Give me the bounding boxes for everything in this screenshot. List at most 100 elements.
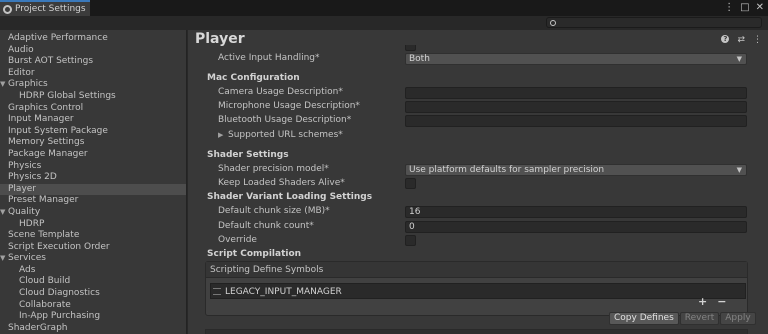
- sidebar-item-preset-manager[interactable]: Preset Manager: [0, 195, 186, 207]
- keep-loaded-checkbox[interactable]: [405, 178, 416, 189]
- microphone-usage-label: Microphone Usage Description*: [218, 101, 360, 111]
- camera-usage-field[interactable]: [405, 87, 747, 99]
- sidebar-item-collaborate[interactable]: Collaborate: [0, 300, 186, 312]
- sidebar-item-memory-settings[interactable]: Memory Settings: [0, 137, 186, 149]
- inspector-panel: Player ? ⇄ ⋮ Active Input Handling* Both…: [188, 30, 768, 334]
- help-icon[interactable]: ?: [721, 35, 730, 43]
- sidebar-item-label: Physics: [8, 160, 42, 171]
- sidebar-item-physics-2d[interactable]: Physics 2D: [0, 172, 186, 184]
- active-input-handling-value: Both: [409, 54, 430, 64]
- sidebar-item-label: Package Manager: [8, 148, 88, 159]
- sidebar-item-hdrp-global-settings[interactable]: HDRP Global Settings: [0, 91, 186, 103]
- sidebar-item-label: Cloud Diagnostics: [19, 288, 100, 299]
- override-checkbox[interactable]: [405, 235, 416, 246]
- expand-arrow-icon[interactable]: ▼: [0, 207, 5, 219]
- sidebar-item-package-manager[interactable]: Package Manager: [0, 149, 186, 161]
- mac-config-heading: Mac Configuration: [207, 73, 300, 83]
- sidebar-item-cloud-build[interactable]: Cloud Build: [0, 276, 186, 288]
- expand-arrow-icon[interactable]: ▼: [0, 253, 5, 265]
- sidebar-item-input-system-package[interactable]: Input System Package: [0, 126, 186, 138]
- sidebar-item-label: Adaptive Performance: [8, 33, 108, 43]
- chunk-size-row: Default chunk size (MB)* 16: [188, 206, 758, 218]
- microphone-usage-row: Microphone Usage Description*: [188, 101, 758, 113]
- sidebar-item-player[interactable]: Player: [0, 183, 186, 196]
- sidebar-item-scene-template[interactable]: Scene Template: [0, 230, 186, 242]
- sidebar-item-label: Graphics: [8, 79, 48, 90]
- sidebar-item-adaptive-performance[interactable]: Adaptive Performance: [0, 33, 186, 45]
- sidebar-item-label: Quality: [8, 206, 41, 217]
- shader-precision-label: Shader precision model*: [218, 164, 329, 174]
- chevron-down-icon: ▼: [736, 55, 742, 63]
- sidebar-item-in-app-purchasing[interactable]: In-App Purchasing: [0, 311, 186, 323]
- more-menu-icon[interactable]: ⋮: [724, 2, 734, 13]
- sidebar-item-services[interactable]: ▼ Services: [0, 253, 186, 265]
- sidebar-item-input-manager[interactable]: Input Manager: [0, 114, 186, 126]
- search-icon: [550, 19, 556, 26]
- sidebar-item-label: Cloud Build: [19, 276, 71, 287]
- sidebar-item-label: Memory Settings: [8, 137, 85, 148]
- sidebar-item-script-execution-order[interactable]: Script Execution Order: [0, 242, 186, 254]
- sidebar-item-shadergraph[interactable]: ShaderGraph: [0, 323, 186, 334]
- apply-button[interactable]: Apply: [720, 312, 756, 325]
- bluetooth-usage-row: Bluetooth Usage Description*: [188, 115, 758, 127]
- url-schemes-row[interactable]: ▶ Supported URL schemes*: [188, 130, 758, 141]
- sidebar-item-label: Physics 2D: [8, 172, 57, 183]
- sidebar-item-cloud-diagnostics[interactable]: Cloud Diagnostics: [0, 288, 186, 300]
- search-row: [0, 16, 768, 30]
- revert-button[interactable]: Revert: [679, 312, 720, 325]
- drag-handle-icon[interactable]: [213, 288, 221, 295]
- hidden-checkbox[interactable]: [405, 45, 416, 51]
- scripting-define-symbols-list: Scripting Define Symbols LEGACY_INPUT_MA…: [205, 261, 748, 316]
- close-icon[interactable]: ✕: [756, 2, 764, 13]
- search-input[interactable]: [546, 17, 762, 28]
- header-icons: ? ⇄ ⋮: [721, 35, 762, 45]
- maximize-icon[interactable]: □: [740, 2, 749, 13]
- sidebar-item-label: Player: [8, 183, 37, 194]
- sidebar-item-label: ShaderGraph: [8, 322, 68, 333]
- sidebar-item-editor[interactable]: Editor: [0, 68, 186, 80]
- tab-project-settings[interactable]: Project Settings: [0, 0, 90, 16]
- sidebar-item-label: Scene Template: [8, 230, 80, 241]
- sidebar-item-label: Burst AOT Settings: [8, 56, 94, 67]
- sidebar-item-label: Collaborate: [19, 299, 71, 310]
- add-symbol-button[interactable]: +: [698, 295, 707, 308]
- sidebar-item-label: Services: [8, 253, 46, 264]
- sidebar-item-burst-aot-settings[interactable]: Burst AOT Settings: [0, 56, 186, 68]
- chevron-down-icon: ▼: [736, 166, 742, 174]
- chevron-right-icon[interactable]: ▶: [218, 131, 223, 139]
- shader-precision-dropdown[interactable]: Use platform defaults for sampler precis…: [405, 164, 747, 176]
- shader-precision-value: Use platform defaults for sampler precis…: [409, 165, 605, 175]
- sidebar-item-quality[interactable]: ▼ Quality: [0, 207, 186, 219]
- next-section-box: [205, 329, 748, 334]
- sidebar-item-graphics[interactable]: ▼ Graphics: [0, 79, 186, 91]
- microphone-usage-field[interactable]: [405, 101, 747, 113]
- remove-symbol-button[interactable]: −: [717, 295, 726, 308]
- sidebar-item-hdrp[interactable]: HDRP: [0, 219, 186, 231]
- gear-icon: [3, 4, 12, 14]
- active-input-handling-label: Active Input Handling*: [218, 53, 320, 63]
- tab-title: Project Settings: [15, 4, 86, 14]
- sidebar-item-audio[interactable]: Audio: [0, 45, 186, 57]
- chunk-count-field[interactable]: 0: [405, 221, 747, 233]
- sidebar-item-label: HDRP: [19, 218, 45, 229]
- shader-variant-heading: Shader Variant Loading Settings: [207, 192, 373, 202]
- active-input-handling-row: Active Input Handling* Both ▼: [188, 53, 758, 65]
- url-schemes-label[interactable]: Supported URL schemes*: [228, 130, 343, 140]
- settings-scroll-area[interactable]: Active Input Handling* Both ▼ Mac Config…: [188, 45, 768, 334]
- copy-defines-button[interactable]: Copy Defines: [609, 312, 679, 325]
- active-input-handling-dropdown[interactable]: Both ▼: [405, 53, 747, 65]
- sidebar-item-ads[interactable]: Ads: [0, 265, 186, 277]
- sidebar-item-graphics-control[interactable]: Graphics Control: [0, 103, 186, 115]
- chunk-size-field[interactable]: 16: [405, 206, 747, 218]
- preset-icon[interactable]: ⇄: [737, 35, 745, 45]
- sidebar-item-physics[interactable]: Physics: [0, 161, 186, 173]
- define-symbol-value[interactable]: LEGACY_INPUT_MANAGER: [225, 287, 342, 297]
- more-options-icon[interactable]: ⋮: [753, 35, 762, 45]
- expand-arrow-icon[interactable]: ▼: [0, 79, 5, 91]
- sidebar-item-label: Input Manager: [8, 114, 74, 125]
- scripting-define-symbols-header: Scripting Define Symbols: [206, 262, 747, 278]
- sidebar-item-label: Preset Manager: [8, 195, 79, 206]
- override-row: Override: [188, 235, 758, 246]
- list-item[interactable]: LEGACY_INPUT_MANAGER: [210, 283, 746, 299]
- bluetooth-usage-field[interactable]: [405, 115, 747, 127]
